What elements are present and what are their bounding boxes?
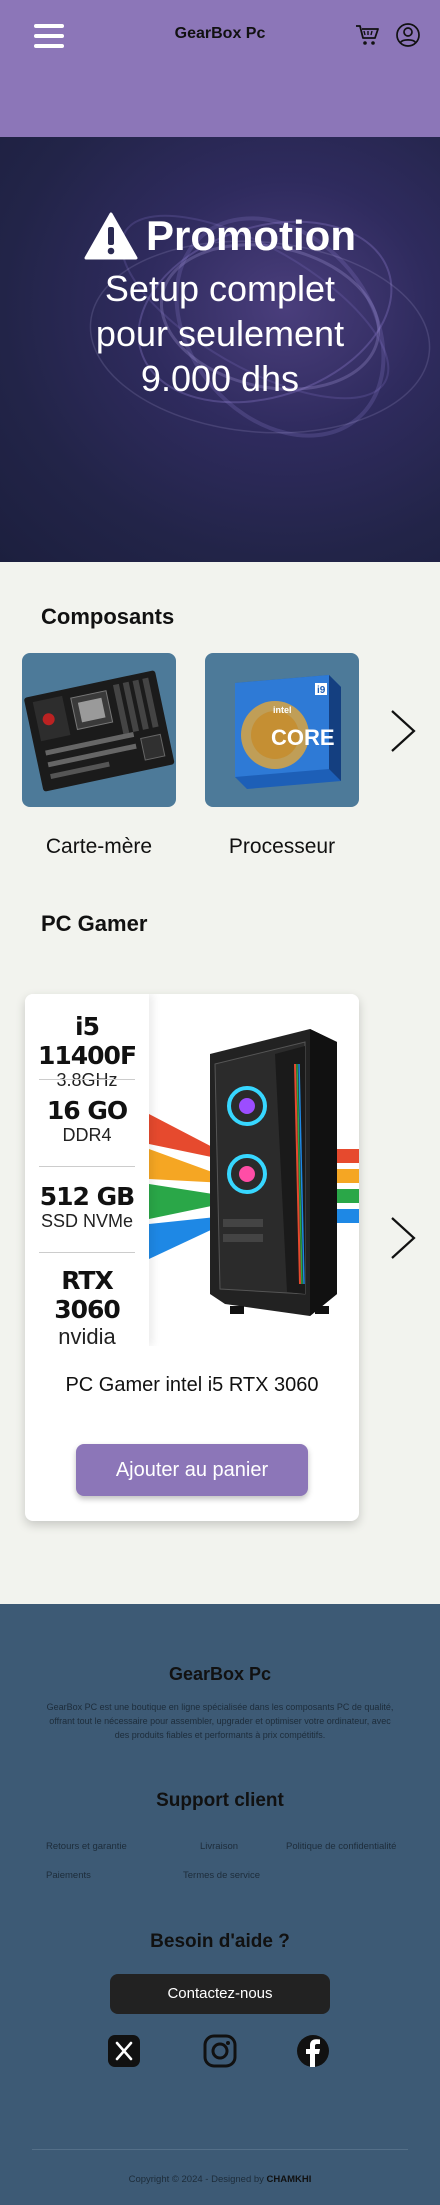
contact-button[interactable]: Contactez-nous: [110, 1974, 330, 2014]
spec-cpu-main: i5 11400F: [37, 1012, 137, 1070]
link-returns[interactable]: Retours et garantie: [46, 1841, 127, 1852]
specs-panel: i5 11400F 3.8GHz 16 GO DDR4 512 GB SSD N…: [25, 994, 149, 1346]
link-delivery[interactable]: Livraison: [200, 1841, 238, 1852]
spec-gpu-sub: nvidia: [58, 1324, 116, 1346]
top-navbar: GearBox Pc: [0, 0, 440, 137]
link-privacy[interactable]: Politique de confidentialité: [286, 1841, 396, 1852]
warning-icon: [84, 212, 138, 260]
chevron-right-icon[interactable]: [388, 1214, 418, 1262]
svg-text:CORE: CORE: [271, 725, 335, 750]
footer-divider: [32, 2149, 408, 2150]
divider: [39, 1252, 135, 1253]
help-title: Besoin d'aide ?: [150, 1931, 290, 1952]
add-to-cart-button[interactable]: Ajouter au panier: [76, 1444, 308, 1496]
spec-gpu-main: RTX 3060: [54, 1266, 121, 1324]
promo-title: Promotion: [0, 211, 440, 261]
spec-cpu-sub: 3.8GHz: [56, 1070, 118, 1090]
processor-card[interactable]: intel CORE i9: [205, 653, 359, 807]
spec-gpu: RTX 3060 nvidia: [25, 1266, 149, 1346]
instagram-icon[interactable]: [203, 2034, 237, 2068]
promo-title-text: Promotion: [146, 212, 356, 259]
svg-text:i9: i9: [317, 685, 326, 696]
motherboard-image: [24, 670, 175, 792]
chevron-right-icon[interactable]: [388, 707, 418, 755]
facebook-icon[interactable]: [296, 2034, 330, 2068]
processor-label[interactable]: Processeur: [205, 835, 359, 859]
copyright-text: Copyright © 2024 - Designed by: [128, 2174, 264, 2185]
product-image[interactable]: i5 11400F 3.8GHz 16 GO DDR4 512 GB SSD N…: [25, 994, 359, 1346]
user-icon[interactable]: [395, 22, 421, 48]
link-terms[interactable]: Termes de service: [183, 1870, 260, 1881]
divider: [39, 1166, 135, 1167]
footer-description: GearBox PC est une boutique en ligne spé…: [46, 1702, 394, 1740]
promo-banner: Promotion Setup complet pour seulement 9…: [0, 137, 440, 562]
promo-line-2: pour seulement: [95, 313, 345, 354]
cart-icon[interactable]: [354, 22, 380, 48]
motherboard-label[interactable]: Carte-mère: [22, 835, 176, 859]
spec-ram: 16 GO DDR4: [25, 1096, 149, 1146]
designer-name[interactable]: CHAMKHI: [267, 2174, 312, 2185]
divider: [39, 1079, 135, 1080]
spec-storage-sub: SSD NVMe: [40, 1211, 134, 1231]
promo-line-1: Setup complet: [104, 268, 336, 309]
promo-price: 9.000 dhs: [140, 358, 300, 399]
pc-gamer-title: PC Gamer: [41, 911, 148, 936]
components-title: Composants: [41, 604, 175, 629]
motherboard-card[interactable]: [22, 653, 176, 807]
footer-brand: GearBox Pc: [168, 1664, 272, 1684]
spec-ram-sub: DDR4: [62, 1125, 112, 1145]
footer: GearBox Pc GearBox PC est une boutique e…: [0, 1604, 440, 2205]
spec-storage-main: 512 GB: [39, 1182, 135, 1211]
x-icon[interactable]: [107, 2034, 141, 2068]
link-payments[interactable]: Paiements: [46, 1870, 91, 1881]
svg-text:intel: intel: [273, 705, 292, 715]
support-title: Support client: [156, 1790, 284, 1811]
spec-storage: 512 GB SSD NVMe: [25, 1182, 149, 1232]
product-name[interactable]: PC Gamer intel i5 RTX 3060: [25, 1374, 359, 1397]
copyright: Copyright © 2024 - Designed by CHAMKHI: [0, 2174, 440, 2185]
intel-core-box-image: intel CORE i9: [235, 675, 341, 789]
spec-ram-main: 16 GO: [46, 1096, 128, 1125]
product-card: i5 11400F 3.8GHz 16 GO DDR4 512 GB SSD N…: [25, 994, 359, 1521]
